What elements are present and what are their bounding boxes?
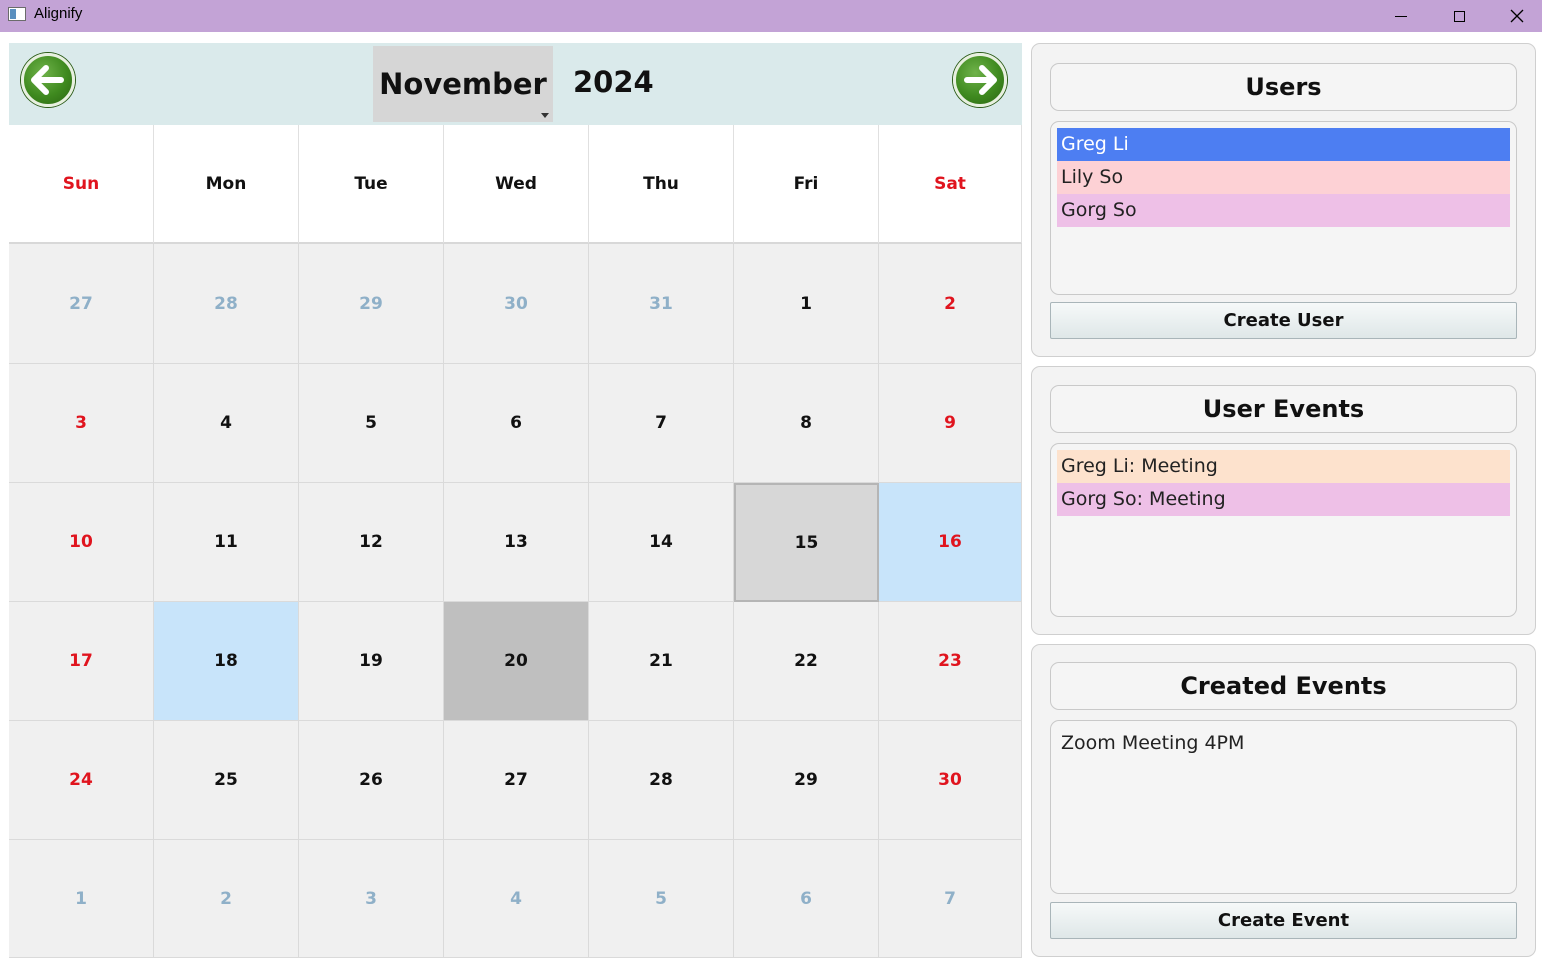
day-cell[interactable]: 17 bbox=[9, 602, 154, 721]
day-cell[interactable]: 1 bbox=[9, 840, 154, 958]
day-cell[interactable]: 8 bbox=[734, 364, 879, 483]
weekday-mon: Mon bbox=[154, 125, 299, 243]
list-item[interactable]: Greg Li bbox=[1057, 128, 1510, 161]
list-item[interactable]: Gorg So bbox=[1057, 194, 1510, 227]
day-cell[interactable]: 24 bbox=[9, 721, 154, 840]
title-bar: Alignify bbox=[0, 0, 1542, 32]
year-label: 2024 bbox=[573, 65, 654, 99]
day-cell[interactable]: 28 bbox=[589, 721, 734, 840]
app-icon bbox=[8, 7, 26, 21]
day-cell[interactable]: 6 bbox=[734, 840, 879, 958]
day-cell[interactable]: 14 bbox=[589, 483, 734, 602]
maximize-icon bbox=[1453, 10, 1465, 22]
day-cell[interactable]: 28 bbox=[154, 244, 299, 364]
day-cell[interactable]: 30 bbox=[444, 244, 589, 364]
create-user-button[interactable]: Create User bbox=[1050, 302, 1517, 339]
day-cell[interactable]: 18 bbox=[154, 602, 299, 721]
day-cell[interactable]: 7 bbox=[879, 840, 1022, 958]
day-cell[interactable]: 25 bbox=[154, 721, 299, 840]
created-events-title: Created Events bbox=[1050, 662, 1517, 710]
arrow-left-icon bbox=[31, 65, 64, 95]
weekday-fri: Fri bbox=[734, 125, 879, 243]
day-cell[interactable]: 22 bbox=[734, 602, 879, 721]
day-cell[interactable]: 10 bbox=[9, 483, 154, 602]
list-item[interactable]: Lily So bbox=[1057, 161, 1510, 194]
maximize-button[interactable] bbox=[1430, 0, 1488, 32]
day-cell[interactable]: 20 bbox=[444, 602, 589, 721]
list-item[interactable]: Gorg So: Meeting bbox=[1057, 483, 1510, 516]
day-cell[interactable]: 5 bbox=[589, 840, 734, 958]
day-cell[interactable]: 12 bbox=[299, 483, 444, 602]
day-cell[interactable]: 2 bbox=[879, 244, 1022, 364]
day-cell[interactable]: 3 bbox=[299, 840, 444, 958]
created-events-panel: Created Events Zoom Meeting 4PM Create E… bbox=[1031, 644, 1536, 957]
day-cell[interactable]: 3 bbox=[9, 364, 154, 483]
day-cell[interactable]: 4 bbox=[154, 364, 299, 483]
day-cell[interactable]: 29 bbox=[299, 244, 444, 364]
created-events-list[interactable]: Zoom Meeting 4PM bbox=[1050, 720, 1517, 894]
list-item[interactable]: Zoom Meeting 4PM bbox=[1057, 727, 1510, 760]
window-title: Alignify bbox=[34, 5, 83, 22]
users-panel: Users Greg Li Lily So Gorg So Create Use… bbox=[1031, 43, 1536, 357]
users-list[interactable]: Greg Li Lily So Gorg So bbox=[1050, 121, 1517, 295]
day-cell[interactable]: 13 bbox=[444, 483, 589, 602]
day-cell[interactable]: 7 bbox=[589, 364, 734, 483]
day-cell[interactable]: 6 bbox=[444, 364, 589, 483]
day-cell[interactable]: 4 bbox=[444, 840, 589, 958]
day-cell[interactable]: 31 bbox=[589, 244, 734, 364]
arrow-right-icon bbox=[964, 65, 997, 95]
day-cell[interactable]: 27 bbox=[9, 244, 154, 364]
close-icon bbox=[1510, 9, 1524, 23]
users-title: Users bbox=[1050, 63, 1517, 111]
month-label: November bbox=[379, 67, 547, 101]
weekday-sat: Sat bbox=[879, 125, 1022, 243]
day-cell[interactable]: 30 bbox=[879, 721, 1022, 840]
weekday-sun: Sun bbox=[9, 125, 154, 243]
day-cell[interactable]: 29 bbox=[734, 721, 879, 840]
day-cell[interactable]: 9 bbox=[879, 364, 1022, 483]
day-cell[interactable]: 27 bbox=[444, 721, 589, 840]
day-cell[interactable]: 2 bbox=[154, 840, 299, 958]
chevron-down-icon bbox=[541, 113, 549, 118]
next-month-button[interactable] bbox=[953, 53, 1007, 107]
day-cell[interactable]: 11 bbox=[154, 483, 299, 602]
minimize-button[interactable] bbox=[1372, 0, 1430, 32]
user-events-panel: User Events Greg Li: Meeting Gorg So: Me… bbox=[1031, 366, 1536, 635]
create-event-button[interactable]: Create Event bbox=[1050, 902, 1517, 939]
user-events-title: User Events bbox=[1050, 385, 1517, 433]
list-item[interactable]: Greg Li: Meeting bbox=[1057, 450, 1510, 483]
day-cell[interactable]: 16 bbox=[879, 483, 1022, 602]
day-cell[interactable]: 1 bbox=[734, 244, 879, 364]
close-button[interactable] bbox=[1488, 0, 1542, 32]
user-events-list[interactable]: Greg Li: Meeting Gorg So: Meeting bbox=[1050, 443, 1517, 617]
weekday-thu: Thu bbox=[589, 125, 734, 243]
weekday-wed: Wed bbox=[444, 125, 589, 243]
day-cell[interactable]: 19 bbox=[299, 602, 444, 721]
weekday-tue: Tue bbox=[299, 125, 444, 243]
day-cell[interactable]: 21 bbox=[589, 602, 734, 721]
calendar-grid: 27 28 29 30 31 1 2 3 4 5 6 7 8 9 10 11 12 13 14 15 16 17 18 19 2… bbox=[9, 244, 1022, 958]
previous-month-button[interactable] bbox=[21, 53, 75, 107]
day-cell[interactable]: 23 bbox=[879, 602, 1022, 721]
day-cell[interactable]: 5 bbox=[299, 364, 444, 483]
calendar-header: November 2024 bbox=[9, 43, 1022, 125]
weekday-header: Sun Mon Tue Wed Thu Fri Sat bbox=[9, 125, 1022, 244]
day-cell[interactable]: 15 bbox=[734, 483, 879, 602]
month-dropdown[interactable]: November bbox=[373, 46, 553, 122]
minimize-icon bbox=[1395, 15, 1407, 17]
day-cell[interactable]: 26 bbox=[299, 721, 444, 840]
